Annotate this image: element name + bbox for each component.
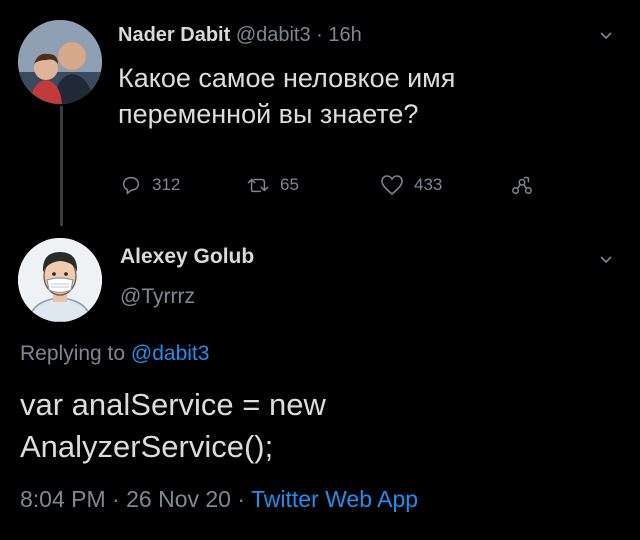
retweet-count: 65 bbox=[280, 175, 299, 194]
reply-text-line: var analService = new bbox=[20, 387, 326, 422]
more-button[interactable] bbox=[598, 28, 614, 49]
reply-more-button[interactable] bbox=[598, 252, 614, 273]
thread-line bbox=[60, 106, 63, 226]
tweet-meta: 8:04 PM · 26 Nov 20 · Twitter Web App bbox=[20, 486, 418, 513]
tweet-time[interactable]: 8:04 PM bbox=[20, 486, 106, 512]
retweet-icon bbox=[247, 178, 269, 193]
reply-count: 312 bbox=[152, 175, 181, 194]
separator: · bbox=[316, 24, 323, 46]
avatar[interactable] bbox=[18, 238, 102, 322]
tweet-text: Какое самое неловкое имя переменной вы з… bbox=[118, 63, 456, 129]
separator: · bbox=[112, 486, 120, 512]
share-button[interactable] bbox=[510, 174, 534, 196]
chevron-down-icon bbox=[600, 256, 612, 264]
chevron-down-icon bbox=[600, 32, 612, 40]
tweet-time[interactable]: 16h bbox=[328, 24, 361, 46]
tweet-source-link[interactable]: Twitter Web App bbox=[251, 486, 418, 512]
reply-icon bbox=[122, 176, 140, 195]
reply-author-name[interactable]: Alexey Golub bbox=[120, 245, 254, 269]
reply-text: var analService = new AnalyzerService(); bbox=[20, 384, 620, 468]
avatar-photo bbox=[18, 20, 102, 104]
author-handle[interactable]: @dabit3 bbox=[236, 24, 311, 46]
separator: · bbox=[237, 486, 246, 512]
replying-prefix: Replying to bbox=[20, 342, 126, 365]
reply-author-handle[interactable]: @Tyrrrz bbox=[120, 285, 195, 309]
retweet-button[interactable]: 65 bbox=[246, 174, 299, 196]
like-button[interactable]: 433 bbox=[380, 174, 442, 196]
like-count: 433 bbox=[414, 175, 443, 194]
reply-text-line: AnalyzerService(); bbox=[20, 429, 274, 464]
reply-button[interactable]: 312 bbox=[120, 174, 180, 196]
share-icon bbox=[512, 176, 532, 194]
tweet-header: Nader Dabit @dabit3 · 16h bbox=[118, 24, 362, 47]
replying-handle-link[interactable]: @dabit3 bbox=[131, 342, 210, 365]
heart-icon bbox=[381, 175, 403, 196]
tweet-date[interactable]: 26 Nov 20 bbox=[126, 486, 231, 512]
author-name[interactable]: Nader Dabit bbox=[118, 24, 230, 46]
avatar[interactable] bbox=[18, 20, 102, 104]
avatar-illustration bbox=[18, 238, 102, 322]
replying-to: Replying to @dabit3 bbox=[20, 342, 209, 366]
